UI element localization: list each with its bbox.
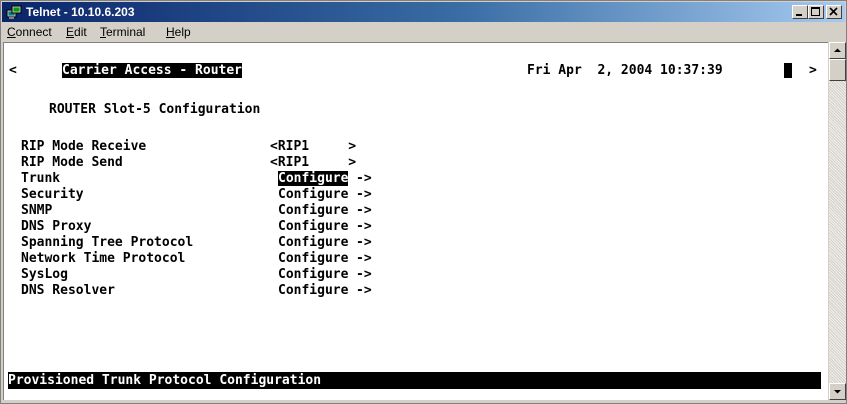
syslog-arrow: -> bbox=[356, 267, 372, 282]
close-icon[interactable] bbox=[826, 5, 842, 19]
row-label-dns-proxy: DNS Proxy bbox=[21, 219, 92, 234]
dns-proxy-configure[interactable]: Configure bbox=[278, 219, 348, 234]
scroll-down-arrow-icon[interactable] bbox=[829, 383, 846, 400]
rip-receive-value[interactable]: <RIP1 > bbox=[270, 139, 356, 154]
terminal-screen[interactable]: < Carrier Access - Router Fri Apr 2, 200… bbox=[3, 42, 828, 400]
menu-edit[interactable]: Edit bbox=[66, 25, 87, 39]
page-title: ROUTER Slot-5 Configuration bbox=[49, 102, 261, 117]
window-title: Telnet - 10.10.6.203 bbox=[26, 5, 135, 19]
minimize-icon[interactable] bbox=[792, 5, 808, 19]
syslog-configure[interactable]: Configure bbox=[278, 267, 348, 282]
screen-header: Carrier Access - Router bbox=[62, 63, 243, 78]
trunk-arrow: -> bbox=[356, 171, 372, 186]
nav-right: > bbox=[809, 63, 817, 78]
rip-send-value[interactable]: <RIP1 > bbox=[270, 155, 356, 170]
spanning-tree-arrow: -> bbox=[356, 235, 372, 250]
row-label-network-time: Network Time Protocol bbox=[21, 251, 186, 266]
status-text: Provisioned Trunk Protocol Configuration bbox=[8, 373, 322, 388]
title-bar[interactable]: Telnet - 10.10.6.203 bbox=[2, 2, 845, 22]
menu-terminal[interactable]: Terminal bbox=[100, 25, 145, 39]
dns-proxy-arrow: -> bbox=[356, 219, 372, 234]
vertical-scrollbar[interactable] bbox=[829, 42, 846, 400]
network-time-configure[interactable]: Configure bbox=[278, 251, 348, 266]
menu-help-label: elp bbox=[174, 25, 191, 39]
menu-help[interactable]: Help bbox=[166, 25, 191, 39]
row-label-syslog: SysLog bbox=[21, 267, 68, 282]
trunk-configure[interactable]: Configure bbox=[278, 171, 349, 186]
row-label-rip-receive: RIP Mode Receive bbox=[21, 139, 147, 154]
row-label-spanning-tree: Spanning Tree Protocol bbox=[21, 235, 194, 250]
menu-terminal-label: erminal bbox=[106, 25, 146, 39]
menu-edit-label: dit bbox=[74, 25, 87, 39]
security-configure[interactable]: Configure bbox=[278, 187, 348, 202]
scrollbar-thumb[interactable] bbox=[829, 59, 846, 81]
network-time-arrow: -> bbox=[356, 251, 372, 266]
menu-edit-mnemonic: E bbox=[66, 25, 75, 39]
menu-help-mnemonic: H bbox=[166, 25, 175, 39]
row-label-snmp: SNMP bbox=[21, 203, 53, 218]
telnet-window: Telnet - 10.10.6.203 Connect Edit Termin… bbox=[0, 0, 847, 404]
nav-left: < bbox=[9, 63, 17, 78]
spanning-tree-configure[interactable]: Configure bbox=[278, 235, 348, 250]
datetime: Fri Apr 2, 2004 10:37:39 bbox=[527, 63, 723, 78]
status-bar: Provisioned Trunk Protocol Configuration bbox=[8, 372, 821, 389]
snmp-arrow: -> bbox=[356, 203, 372, 218]
menu-bar: Connect Edit Terminal Help bbox=[2, 23, 845, 41]
row-label-dns-resolver: DNS Resolver bbox=[21, 283, 115, 298]
telnet-app-icon[interactable] bbox=[6, 4, 22, 20]
snmp-configure[interactable]: Configure bbox=[278, 203, 348, 218]
menu-connect-label: onnect bbox=[15, 25, 52, 39]
menu-connect[interactable]: Connect bbox=[7, 25, 52, 39]
dns-resolver-arrow: -> bbox=[356, 283, 372, 298]
dns-resolver-configure[interactable]: Configure bbox=[278, 283, 348, 298]
text-cursor bbox=[784, 63, 792, 78]
maximize-icon[interactable] bbox=[808, 5, 824, 19]
security-arrow: -> bbox=[356, 187, 372, 202]
menu-connect-mnemonic: C bbox=[7, 25, 16, 39]
row-label-trunk: Trunk bbox=[21, 171, 61, 186]
row-label-security: Security bbox=[21, 187, 84, 202]
row-label-rip-send: RIP Mode Send bbox=[21, 155, 123, 170]
scroll-up-arrow-icon[interactable] bbox=[829, 42, 846, 59]
